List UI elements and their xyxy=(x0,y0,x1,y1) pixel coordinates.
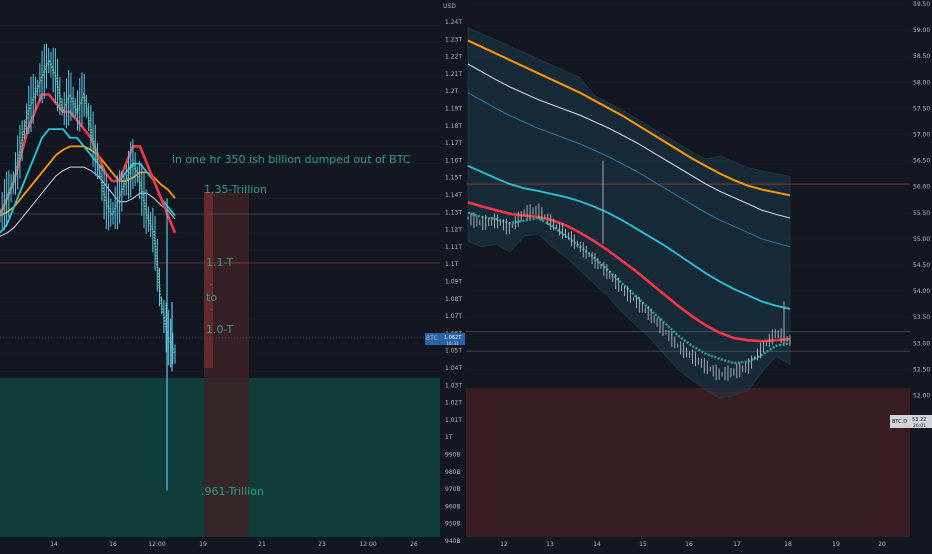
annotation-lower-level: 1.0-T xyxy=(206,323,234,336)
right-y-tick: 52.50 xyxy=(913,366,930,373)
left-y-tick: 950B xyxy=(445,521,461,528)
left-x-tick: 12:00 xyxy=(148,541,165,548)
left-x-tick: 14 xyxy=(50,541,58,548)
left-y-tick: 1.21T xyxy=(445,71,462,78)
right-price-tag-time: 26:01 xyxy=(913,423,926,429)
right-red-zone xyxy=(466,388,910,537)
annotation-headline: in one hr 350 ish billion dumped out of … xyxy=(172,153,411,166)
right-y-tick: 53.00 xyxy=(913,340,930,347)
left-y-tick: 1.18T xyxy=(445,123,462,130)
right-y-tick: 55.00 xyxy=(913,236,930,243)
annotation-bottom-level: .961-Trillion xyxy=(201,485,265,498)
right-y-tick: 54.00 xyxy=(913,288,930,295)
annotation-dash-2: - xyxy=(210,305,213,314)
left-x-tick: 23 xyxy=(318,541,326,548)
left-panel: USD 1.24T 1.23T 1.22T 1.21T 1.2T 1.19T 1.18T 1.… xyxy=(0,0,465,550)
right-x-tick: 18 xyxy=(784,541,792,548)
left-x-tick: 19 xyxy=(199,541,207,548)
left-y-tick: 1T xyxy=(445,434,453,441)
right-y-tick: 57.50 xyxy=(913,105,930,112)
left-y-tick: 1.24T xyxy=(445,19,462,26)
left-x-tick: 21 xyxy=(258,541,266,548)
right-x-tick: 12 xyxy=(500,541,508,548)
left-y-tick: 1.2T xyxy=(445,88,459,95)
right-x-tick: 20 xyxy=(878,541,886,548)
left-y-tick: 1.15T xyxy=(445,175,462,182)
right-y-tick: 58.50 xyxy=(913,53,930,60)
right-x-tick: 15 xyxy=(639,541,647,548)
left-price-tag-symbol: BTC xyxy=(426,335,438,342)
chart-canvas[interactable]: USD 1.24T 1.23T 1.22T 1.21T 1.2T 1.19T 1.18T 1.… xyxy=(0,0,932,550)
left-y-tick: 1.16T xyxy=(445,157,462,164)
left-y-tick: 960B xyxy=(445,503,461,510)
right-x-tick: 17 xyxy=(733,541,741,548)
right-y-tick: 56.00 xyxy=(913,184,930,191)
left-y-tick: 1.02T xyxy=(445,400,462,407)
right-y-tick: 57.00 xyxy=(913,132,930,139)
left-y-tick: 1.19T xyxy=(445,106,462,113)
left-y-tick: 1.11T xyxy=(445,244,462,251)
right-x-tick: 19 xyxy=(832,541,840,548)
right-y-tick: 56.50 xyxy=(913,158,930,165)
annotation-to: to xyxy=(206,291,218,304)
right-y-tick: 54.50 xyxy=(913,262,930,269)
left-y-tick: 1.05T xyxy=(445,348,462,355)
left-y-tick: 1.08T xyxy=(445,296,462,303)
left-y-tick: 1.17T xyxy=(445,140,462,147)
right-y-tick: 58.00 xyxy=(913,79,930,86)
left-y-tick: 1.14T xyxy=(445,192,462,199)
left-y-tick: 940B xyxy=(445,538,461,545)
right-y-tick: 59.00 xyxy=(913,27,930,34)
left-y-tick: 970B xyxy=(445,486,461,493)
left-y-tick: 1.22T xyxy=(445,54,462,61)
left-y-tick: 1.04T xyxy=(445,365,462,372)
left-x-tick: 16 xyxy=(109,541,117,548)
left-price-tag-time: 16:31 xyxy=(446,341,459,347)
chart-screen: USD 1.24T 1.23T 1.22T 1.21T 1.2T 1.19T 1.18T 1.… xyxy=(0,0,932,550)
annotation-dash-1: - xyxy=(210,280,213,289)
left-y-tick: 1.23T xyxy=(445,36,462,43)
left-price-tag-value: 1.062T xyxy=(444,335,462,341)
left-y-tick: 1.01T xyxy=(445,417,462,424)
left-y-tick: 1.07T xyxy=(445,313,462,320)
left-y-tick: 1.09T xyxy=(445,279,462,286)
left-y-tick: 980B xyxy=(445,469,461,476)
left-y-tick: 1.03T xyxy=(445,382,462,389)
left-y-tick: 1.12T xyxy=(445,227,462,234)
left-x-tick: 12:00 xyxy=(359,541,376,548)
right-y-tick: 59.50 xyxy=(913,1,930,8)
right-y-tick: 53.50 xyxy=(913,314,930,321)
left-y-tick: 1.13T xyxy=(445,209,462,216)
annotation-mid-level: 1.1-T xyxy=(206,256,234,269)
right-y-tick: 55.50 xyxy=(913,210,930,217)
annotation-top-level: 1.35-Trillion xyxy=(204,183,268,196)
right-y-tick: 52.00 xyxy=(913,393,930,400)
right-x-tick: 13 xyxy=(546,541,554,548)
left-x-tick: 26 xyxy=(410,541,418,548)
right-panel: 59.50 59.00 58.50 58.00 57.50 57.00 56.50 56.00… xyxy=(466,0,932,550)
right-price-tag-value: 53.22 xyxy=(912,417,926,423)
left-y-tick: 1.1T xyxy=(445,261,459,268)
right-price-tag-symbol: BTC.D xyxy=(892,419,907,425)
right-x-tick: 14 xyxy=(593,541,601,548)
right-x-tick: 16 xyxy=(685,541,693,548)
left-axis-currency: USD xyxy=(443,3,456,10)
left-y-tick: 990B xyxy=(445,452,461,459)
